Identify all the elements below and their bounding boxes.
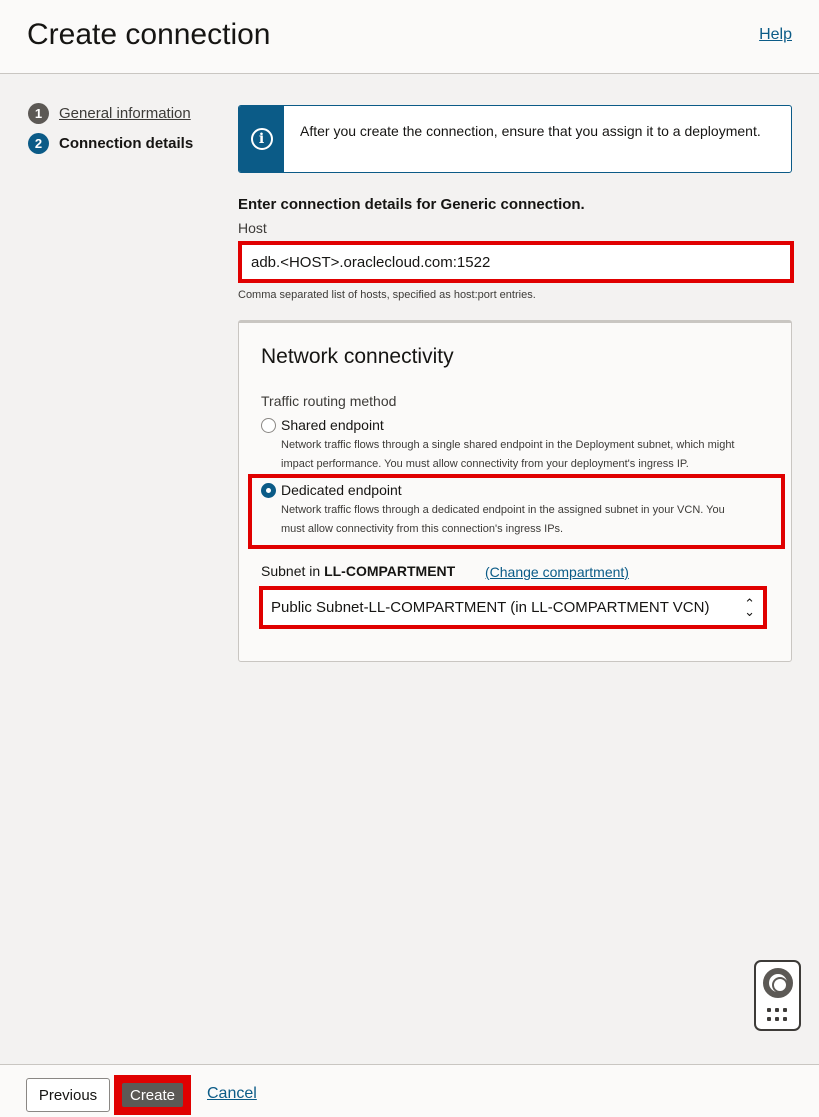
grid-dots-icon [767,1008,791,1021]
host-label: Host [238,220,267,236]
radio-shared-endpoint[interactable]: Shared endpoint [261,417,384,433]
description-line: must allow connectivity from this connec… [281,523,564,535]
description-line: Network traffic flows through a dedicate… [281,504,725,516]
step-number: 2 [28,132,49,154]
help-center-button[interactable] [754,960,801,1031]
wizard-steps: 1 General information 2 Connection detai… [28,98,218,158]
radio-button[interactable] [261,417,276,433]
radio-button[interactable] [261,482,276,498]
subnet-select[interactable]: Public Subnet-LL-COMPARTMENT (in LL-COMP… [259,586,767,629]
step-connection-details: 2 Connection details [28,128,218,158]
dedicated-endpoint-description: Network traffic flows through a dedicate… [281,501,725,539]
description-line: impact performance. You must allow conne… [281,458,689,470]
radio-label: Dedicated endpoint [281,482,402,498]
step-number: 1 [28,102,49,124]
main-content: i After you create the connection, ensur… [238,105,792,173]
lifebuoy-icon [763,968,793,998]
panel-title: Network connectivity [261,345,454,368]
network-connectivity-panel: Network connectivity Traffic routing met… [238,320,792,662]
info-banner-bar: i [239,106,284,172]
chevron-up-down-icon: ⌃ ⌄ [744,595,755,619]
step-general-information[interactable]: 1 General information [28,98,218,128]
info-icon: i [250,128,273,150]
change-compartment-link[interactable]: (Change compartment) [485,564,629,580]
radio-dedicated-endpoint[interactable]: Dedicated endpoint [261,482,402,498]
subnet-label-prefix: Subnet in [261,563,321,579]
step-label: Connection details [59,134,194,152]
cancel-link[interactable]: Cancel [207,1085,257,1103]
create-button[interactable]: Create [122,1083,183,1107]
info-banner-text: After you create the connection, ensure … [300,123,761,139]
info-banner: i After you create the connection, ensur… [238,105,792,173]
step-label[interactable]: General information [59,105,191,122]
traffic-routing-label: Traffic routing method [261,393,397,409]
shared-endpoint-description: Network traffic flows through a single s… [281,436,735,474]
page-footer: Previous Create Cancel [0,1064,819,1117]
section-title: Enter connection details for Generic con… [238,196,585,213]
create-button-highlight: Create [114,1075,191,1115]
page-header: Create connection Help [0,0,819,74]
page-title: Create connection [27,18,271,51]
host-hint: Comma separated list of hosts, specified… [238,289,536,301]
previous-button[interactable]: Previous [26,1078,110,1112]
host-input[interactable]: adb.<HOST>.oraclecloud.com:1522 [238,241,794,283]
subnet-select-value: Public Subnet-LL-COMPARTMENT (in LL-COMP… [271,599,710,616]
description-line: Network traffic flows through a single s… [281,439,735,451]
radio-label: Shared endpoint [281,417,384,433]
subnet-compartment-name: LL-COMPARTMENT [324,563,456,579]
subnet-label: Subnet in LL-COMPARTMENT [261,563,455,579]
help-link[interactable]: Help [759,26,792,44]
